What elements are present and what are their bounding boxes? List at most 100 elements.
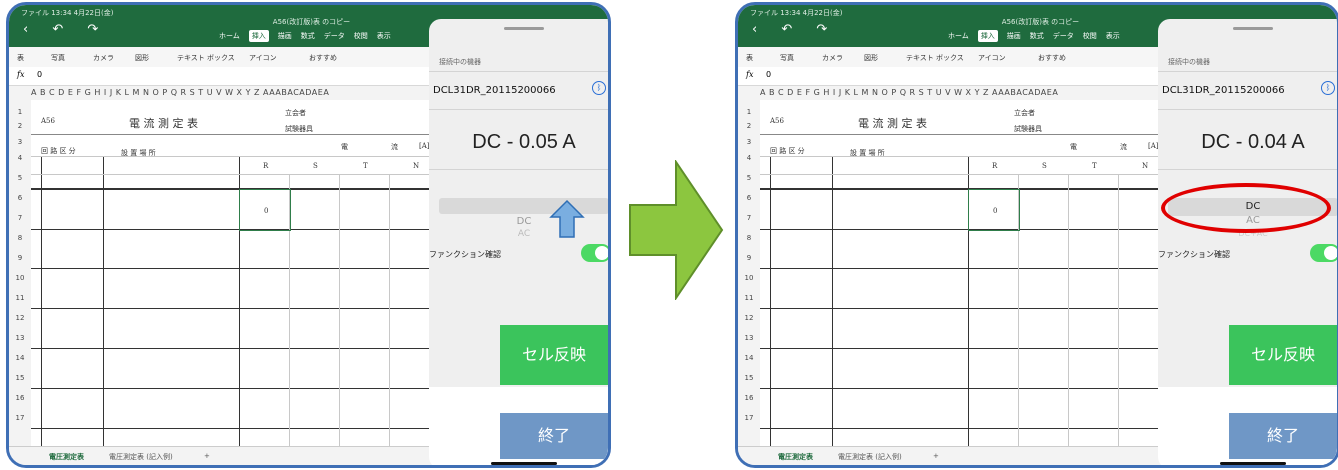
tab-insert[interactable]: 挿入 bbox=[977, 30, 998, 42]
ribbon-textbox[interactable]: テキスト ボックス bbox=[177, 53, 235, 63]
home-indicator[interactable] bbox=[491, 462, 557, 465]
bluetooth-icon[interactable]: ᛒ bbox=[1321, 81, 1335, 95]
current-label-2[interactable]: 流 bbox=[391, 142, 398, 152]
row-number: 8 bbox=[746, 234, 752, 242]
ribbon-tabs: ホーム 挿入 描画 数式 データ 校閲 表示 bbox=[948, 30, 1129, 42]
tab-review[interactable]: 校閲 bbox=[1083, 32, 1097, 40]
col-n[interactable]: N bbox=[413, 162, 419, 170]
row-header: 1 2 3 4 5 6 7 8 9 10 11 12 13 14 15 16 1… bbox=[9, 100, 32, 447]
sheet-grabber[interactable] bbox=[504, 27, 544, 30]
row-number: 8 bbox=[17, 234, 23, 242]
ipad-screen-after: ファイル 13:34 4月22日(金) A56(改訂版)表 のコピー ‹ ↶ ↷… bbox=[735, 2, 1338, 468]
ribbon-shapes[interactable]: 図形 bbox=[135, 53, 149, 63]
selected-cell[interactable] bbox=[239, 189, 291, 231]
circuit-label[interactable]: 回 路 区 分 bbox=[41, 146, 76, 156]
tab-home[interactable]: ホーム bbox=[219, 32, 240, 40]
selected-cell[interactable] bbox=[968, 189, 1020, 231]
fx-icon: fx bbox=[746, 70, 754, 79]
right-arrow-icon bbox=[629, 160, 724, 300]
unit-label[interactable]: [A] bbox=[419, 142, 430, 150]
current-label[interactable]: 電 bbox=[341, 142, 348, 152]
ribbon-camera[interactable]: カメラ bbox=[93, 53, 114, 63]
sheet-tab-active[interactable]: 電圧測定表 bbox=[778, 452, 813, 462]
ribbon-recommended[interactable]: おすすめ bbox=[1038, 53, 1066, 63]
sheet-title[interactable]: 電 流 測 定 表 bbox=[858, 115, 927, 131]
back-undo-redo-icons[interactable]: ‹ ↶ ↷ bbox=[752, 22, 837, 37]
home-indicator[interactable] bbox=[1220, 462, 1286, 465]
tab-home[interactable]: ホーム bbox=[948, 32, 969, 40]
worksheet-grid[interactable]: A56 電 流 測 定 表 立会者 試験器具 回 路 区 分 設 置 場 所 電… bbox=[760, 100, 1160, 447]
cell-a56[interactable]: A56 bbox=[770, 117, 784, 125]
sheet-tab-active[interactable]: 電圧測定表 bbox=[49, 452, 84, 462]
ribbon-icons[interactable]: アイコン bbox=[978, 53, 1006, 63]
row-number: 15 bbox=[15, 374, 25, 382]
row-number: 11 bbox=[744, 294, 754, 302]
ribbon-photo[interactable]: 写真 bbox=[780, 53, 794, 63]
row-number: 13 bbox=[744, 334, 754, 342]
row-number: 5 bbox=[17, 174, 23, 182]
formula-value[interactable]: 0 bbox=[37, 70, 42, 79]
current-label[interactable]: 電 bbox=[1070, 142, 1077, 152]
witness-label[interactable]: 立会者 bbox=[1014, 108, 1035, 118]
row-number: 6 bbox=[746, 194, 752, 202]
tab-view[interactable]: 表示 bbox=[377, 32, 391, 40]
tab-formulas[interactable]: 数式 bbox=[301, 32, 315, 40]
add-sheet-button[interactable]: + bbox=[933, 452, 939, 460]
connected-device-label: 接続中の機器 bbox=[1168, 58, 1210, 66]
meter-panel: 接続中の機器 DCL31DR_20115200066 ᛒ DC - 0.04 A… bbox=[1158, 19, 1337, 465]
instrument-label[interactable]: 試験器具 bbox=[1014, 124, 1042, 134]
row-number: 7 bbox=[17, 214, 23, 222]
tab-data[interactable]: データ bbox=[1053, 32, 1074, 40]
witness-label[interactable]: 立会者 bbox=[285, 108, 306, 118]
tab-formulas[interactable]: 数式 bbox=[1030, 32, 1044, 40]
function-check-toggle[interactable] bbox=[581, 244, 608, 262]
row-number: 16 bbox=[744, 394, 754, 402]
bluetooth-icon[interactable]: ᛒ bbox=[592, 81, 606, 95]
function-check-toggle[interactable] bbox=[1310, 244, 1337, 262]
tab-review[interactable]: 校閲 bbox=[354, 32, 368, 40]
add-sheet-button[interactable]: + bbox=[204, 452, 210, 460]
sheet-grabber[interactable] bbox=[1233, 27, 1273, 30]
row-number: 4 bbox=[746, 154, 752, 162]
row-number: 17 bbox=[15, 414, 25, 422]
col-t[interactable]: T bbox=[1092, 162, 1097, 170]
ribbon-icons[interactable]: アイコン bbox=[249, 53, 277, 63]
col-r[interactable]: R bbox=[263, 162, 268, 170]
ribbon-photo[interactable]: 写真 bbox=[51, 53, 65, 63]
col-t[interactable]: T bbox=[363, 162, 368, 170]
back-undo-redo-icons[interactable]: ‹ ↶ ↷ bbox=[23, 22, 108, 37]
row-number: 9 bbox=[17, 254, 23, 262]
unit-label[interactable]: [A] bbox=[1148, 142, 1159, 150]
ribbon-textbox[interactable]: テキスト ボックス bbox=[906, 53, 964, 63]
row-number: 13 bbox=[15, 334, 25, 342]
circuit-label[interactable]: 回 路 区 分 bbox=[770, 146, 805, 156]
end-button[interactable]: 終了 bbox=[1229, 413, 1337, 459]
sheet-tab-example[interactable]: 電圧測定表 (記入例) bbox=[109, 452, 173, 462]
cell-a56[interactable]: A56 bbox=[41, 117, 55, 125]
tab-data[interactable]: データ bbox=[324, 32, 345, 40]
end-button[interactable]: 終了 bbox=[500, 413, 608, 459]
ribbon-table[interactable]: 表 bbox=[746, 53, 753, 63]
ribbon-shapes[interactable]: 図形 bbox=[864, 53, 878, 63]
instrument-label[interactable]: 試験器具 bbox=[285, 124, 313, 134]
ribbon-recommended[interactable]: おすすめ bbox=[309, 53, 337, 63]
worksheet-grid[interactable]: A56 電 流 測 定 表 立会者 試験器具 回 路 区 分 設 置 場 所 電… bbox=[31, 100, 431, 447]
sheet-title[interactable]: 電 流 測 定 表 bbox=[129, 115, 198, 131]
cell-reflect-button[interactable]: セル反映 bbox=[1229, 325, 1337, 385]
ipad-screen-before: ファイル 13:34 4月22日(金) A56(改訂版)表 のコピー ‹ ↶ ↷… bbox=[6, 2, 611, 468]
row-number: 10 bbox=[744, 274, 754, 282]
col-r[interactable]: R bbox=[992, 162, 997, 170]
cell-reflect-button[interactable]: セル反映 bbox=[500, 325, 608, 385]
ribbon-table[interactable]: 表 bbox=[17, 53, 24, 63]
col-n[interactable]: N bbox=[1142, 162, 1148, 170]
sheet-tab-example[interactable]: 電圧測定表 (記入例) bbox=[838, 452, 902, 462]
col-s[interactable]: S bbox=[313, 162, 318, 170]
tab-insert[interactable]: 挿入 bbox=[248, 30, 269, 42]
ribbon-camera[interactable]: カメラ bbox=[822, 53, 843, 63]
formula-value[interactable]: 0 bbox=[766, 70, 771, 79]
tab-draw[interactable]: 描画 bbox=[278, 32, 292, 40]
tab-view[interactable]: 表示 bbox=[1106, 32, 1120, 40]
tab-draw[interactable]: 描画 bbox=[1007, 32, 1021, 40]
col-s[interactable]: S bbox=[1042, 162, 1047, 170]
current-label-2[interactable]: 流 bbox=[1120, 142, 1127, 152]
